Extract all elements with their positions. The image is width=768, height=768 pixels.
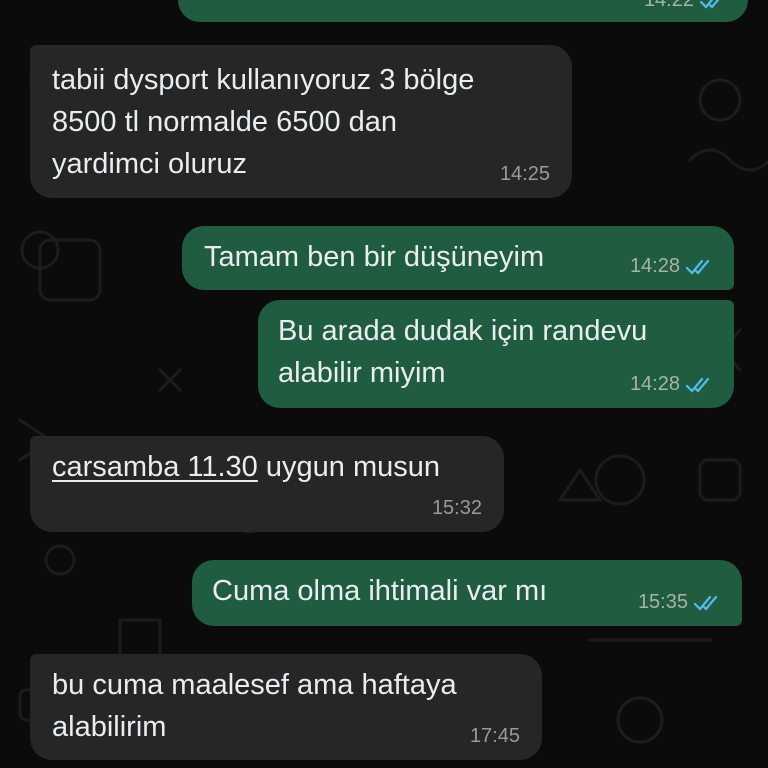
- message-time: 14:28: [629, 373, 680, 395]
- message-bubble-incoming[interactable]: carsamba 11.30 uygun musun 15:32: [30, 436, 504, 532]
- message-bubble-outgoing[interactable]: Tamam ben bir düşüneyim 14:28: [182, 226, 734, 290]
- message-time: 14:22: [643, 0, 694, 11]
- message-meta: 14:28: [630, 373, 712, 396]
- message-meta: 14:25: [500, 163, 550, 186]
- message-time: 15:35: [637, 591, 688, 613]
- message-meta: 15:35: [638, 591, 720, 614]
- message-text: carsamba 11.30 uygun musun: [52, 446, 440, 488]
- message-bubble-outgoing[interactable]: Bu arada dudak için randevu alabilir miy…: [258, 300, 734, 408]
- message-time: 14:25: [499, 163, 550, 185]
- message-bubble-outgoing[interactable]: 14:22: [178, 0, 748, 22]
- double-check-icon: [686, 259, 710, 275]
- message-meta: 15:32: [432, 497, 482, 520]
- double-check-icon: [694, 595, 718, 611]
- message-time: 14:28: [629, 255, 680, 277]
- date-link[interactable]: carsamba 11.30: [52, 451, 258, 483]
- message-text: tabii dysport kullanıyoruz 3 bölge 8500 …: [52, 64, 475, 180]
- message-text: Tamam ben bir düşüneyim: [204, 241, 545, 273]
- message-text: Cuma olma ihtimali var mı: [212, 575, 548, 607]
- message-text: Bu arada dudak için randevu alabilir miy…: [278, 315, 648, 389]
- message-meta: 14:28: [630, 255, 712, 278]
- message-bubble-incoming[interactable]: bu cuma maalesef ama haftaya alabilirim …: [30, 654, 542, 760]
- message-text: bu cuma maalesef ama haftaya alabilirim: [52, 669, 457, 743]
- message-bubble-outgoing[interactable]: Cuma olma ihtimali var mı 15:35: [192, 560, 742, 626]
- double-check-icon: [700, 0, 719, 9]
- message-meta: 17:45: [470, 725, 520, 748]
- message-text-rest: uygun musun: [257, 451, 440, 483]
- message-meta: 14:22: [644, 0, 726, 12]
- message-time: 17:45: [469, 725, 520, 747]
- double-check-icon: [686, 377, 710, 393]
- message-time: 15:32: [431, 497, 482, 519]
- message-bubble-incoming[interactable]: tabii dysport kullanıyoruz 3 bölge 8500 …: [30, 45, 572, 198]
- emoji-icon: [204, 0, 230, 8]
